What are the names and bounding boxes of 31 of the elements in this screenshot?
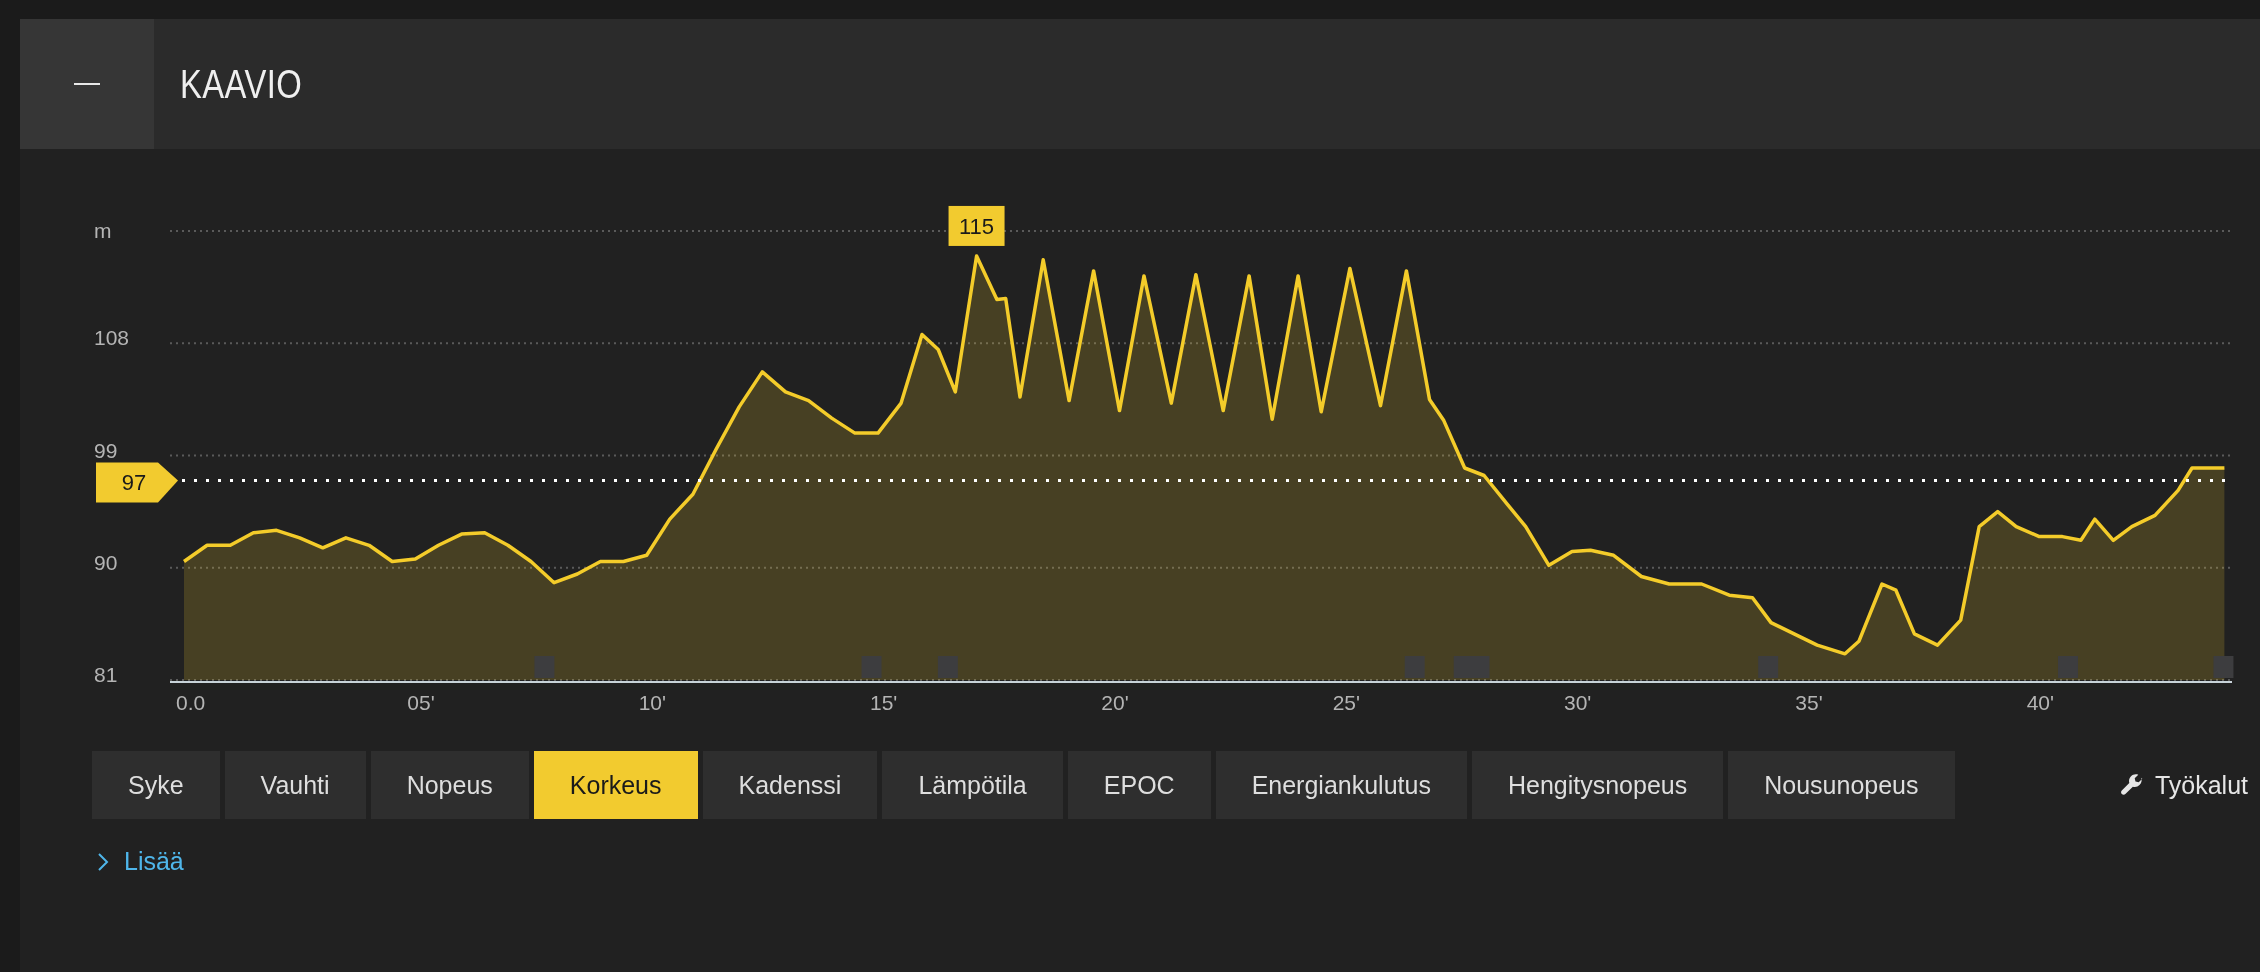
- y-axis-label: 99: [94, 438, 118, 462]
- x-axis-label: 20': [1101, 691, 1129, 714]
- y-axis-label: 81: [94, 663, 118, 686]
- metric-tab[interactable]: Syke: [92, 751, 220, 819]
- metric-tab[interactable]: Hengitysnopeus: [1471, 751, 1724, 819]
- x-axis-label: 40': [2026, 691, 2055, 714]
- metric-tab[interactable]: Energiankulutus: [1215, 751, 1467, 819]
- x-axis-label: 35': [1795, 691, 1823, 714]
- panel-title: KAAVIO: [180, 61, 303, 107]
- x-axis-label: 25': [1332, 691, 1361, 714]
- tools-button[interactable]: Työkalut: [2118, 770, 2248, 800]
- reference-flag: 97: [96, 462, 178, 503]
- metric-tab[interactable]: Nousunopeus: [1728, 751, 1955, 819]
- peak-value-label: 115: [948, 205, 1005, 246]
- x-axis-label: 10': [638, 691, 667, 714]
- metric-tab[interactable]: Korkeus: [533, 751, 698, 819]
- y-axis-unit: m: [94, 219, 112, 242]
- metric-tab[interactable]: Kadenssi: [702, 751, 878, 819]
- y-axis-label: 108: [94, 326, 130, 350]
- annotation: 115: [959, 213, 995, 239]
- x-axis-label: 15': [870, 691, 898, 714]
- x-axis-label: 0.0: [176, 691, 206, 714]
- metric-tab[interactable]: Lämpötila: [882, 751, 1063, 819]
- more-link[interactable]: Lisää: [96, 847, 184, 876]
- x-axis-label: 05': [407, 691, 435, 714]
- metric-tab[interactable]: Nopeus: [370, 751, 529, 819]
- metric-tab[interactable]: EPOC: [1067, 751, 1211, 819]
- ref-line-label: 97: [121, 470, 147, 496]
- y-axis-label: 90: [94, 550, 118, 574]
- metric-tab[interactable]: Vauhti: [224, 751, 366, 819]
- x-axis-label: 30': [1564, 691, 1592, 714]
